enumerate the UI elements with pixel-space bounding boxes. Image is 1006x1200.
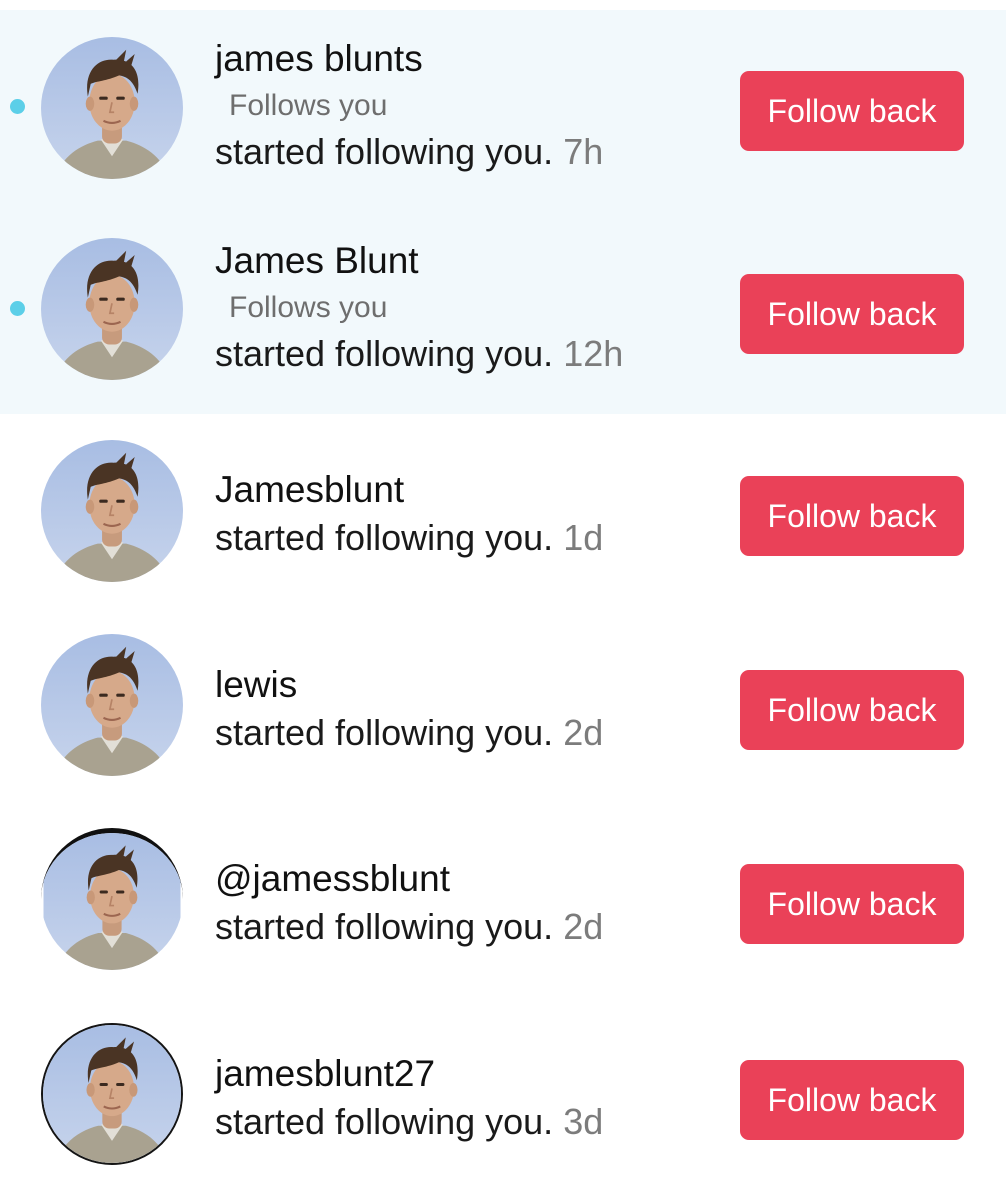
avatar[interactable] (41, 1023, 183, 1165)
profile-photo-icon (43, 1025, 181, 1163)
follow-back-button[interactable]: Follow back (740, 71, 964, 151)
username[interactable]: lewis (215, 663, 715, 707)
activity-text: started following you. 1d (215, 516, 715, 560)
notification-row[interactable]: jamesblunt27 started following you. 3d F… (0, 998, 1006, 1200)
avatar[interactable] (41, 440, 183, 582)
activity-text: started following you. 12h (215, 332, 715, 376)
profile-photo-icon (41, 440, 183, 582)
follow-back-button[interactable]: Follow back (740, 864, 964, 944)
notification-row[interactable]: @jamessblunt started following you. 2d F… (0, 802, 1006, 998)
username[interactable]: Jamesblunt (215, 468, 715, 512)
activity-message: started following you. (215, 333, 554, 374)
timestamp: 7h (563, 131, 604, 172)
activity-text: started following you. 2d (215, 905, 715, 949)
notification-text: @jamessblunt started following you. 2d (215, 857, 715, 949)
notification-text: james blunts Follows you started followi… (215, 37, 715, 174)
timestamp: 12h (563, 333, 624, 374)
timestamp: 2d (563, 712, 604, 753)
activity-message: started following you. (215, 131, 554, 172)
activity-message: started following you. (215, 712, 554, 753)
follows-you-label: Follows you (229, 89, 388, 122)
activity-message: started following you. (215, 906, 554, 947)
avatar[interactable] (41, 37, 183, 179)
follows-you-label: Follows you (229, 291, 388, 324)
avatar[interactable] (41, 238, 183, 380)
activity-text: started following you. 7h (215, 130, 715, 174)
profile-photo-icon (41, 634, 183, 776)
notification-row[interactable]: James Blunt Follows you started followin… (0, 212, 1006, 414)
activity-message: started following you. (215, 517, 554, 558)
username[interactable]: @jamessblunt (215, 857, 715, 901)
activity-text: started following you. 2d (215, 711, 715, 755)
username[interactable]: James Blunt (215, 239, 715, 283)
notification-text: lewis started following you. 2d (215, 663, 715, 755)
timestamp: 1d (563, 517, 604, 558)
avatar[interactable] (41, 634, 183, 776)
unread-dot-icon (10, 99, 25, 114)
profile-photo-icon (43, 833, 181, 970)
activity-text: started following you. 3d (215, 1100, 715, 1144)
notification-text: Jamesblunt started following you. 1d (215, 468, 715, 560)
notification-row[interactable]: Jamesblunt started following you. 1d Fol… (0, 414, 1006, 608)
notification-text: James Blunt Follows you started followin… (215, 239, 715, 376)
timestamp: 2d (563, 906, 604, 947)
unread-dot-icon (10, 301, 25, 316)
notification-text: jamesblunt27 started following you. 3d (215, 1052, 715, 1144)
timestamp: 3d (563, 1101, 604, 1142)
notification-row[interactable]: james blunts Follows you started followi… (0, 10, 1006, 212)
follow-back-button[interactable]: Follow back (740, 670, 964, 750)
profile-photo-icon (41, 37, 183, 179)
follow-back-button[interactable]: Follow back (740, 1060, 964, 1140)
activity-message: started following you. (215, 1101, 554, 1142)
username[interactable]: james blunts (215, 37, 715, 81)
username[interactable]: jamesblunt27 (215, 1052, 715, 1096)
avatar[interactable] (41, 828, 183, 970)
follow-back-button[interactable]: Follow back (740, 476, 964, 556)
profile-photo-icon (41, 238, 183, 380)
notification-list: james blunts Follows you started followi… (0, 0, 1006, 1200)
follow-back-button[interactable]: Follow back (740, 274, 964, 354)
notification-row[interactable]: lewis started following you. 2d Follow b… (0, 608, 1006, 802)
